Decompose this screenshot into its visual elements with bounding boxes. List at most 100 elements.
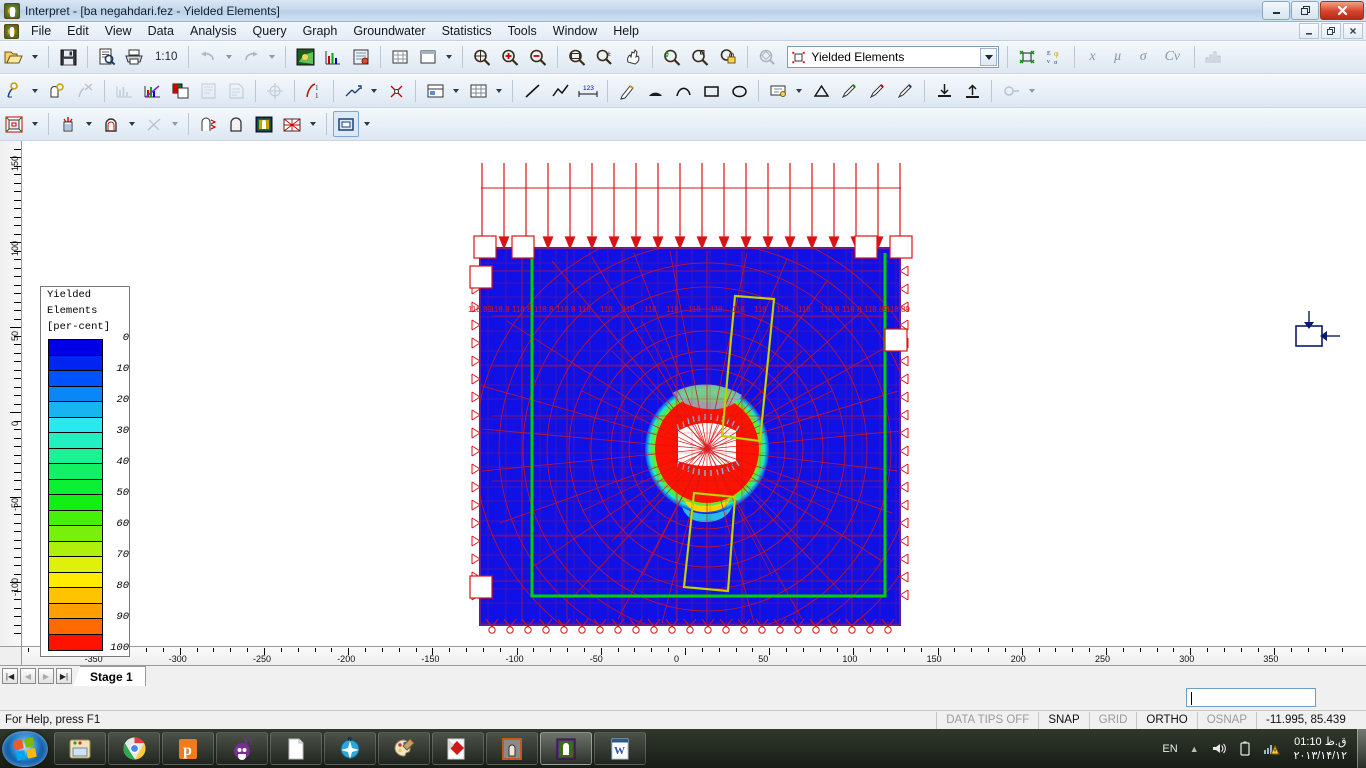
show-support-button[interactable]: E φ ν σ: [1042, 44, 1068, 70]
open-dropdown-arrow[interactable]: [28, 44, 41, 70]
next-stage-button[interactable]: ▶: [38, 668, 54, 684]
show-desktop-button[interactable]: [1357, 729, 1366, 768]
menu-window[interactable]: Window: [545, 22, 605, 40]
graph-multi-button[interactable]: [139, 78, 165, 104]
taskbar-item-file-explorer[interactable]: [54, 732, 106, 765]
pencil-tool-button[interactable]: [836, 78, 862, 104]
rectangle-tool-button[interactable]: [698, 78, 724, 104]
status-osnap[interactable]: OSNAP: [1196, 711, 1256, 729]
stage-tab-stage-1[interactable]: Stage 1: [73, 666, 146, 687]
excavation-display-button[interactable]: [223, 111, 249, 137]
battery-icon[interactable]: [1239, 741, 1251, 757]
stat-symbol-sigma[interactable]: σ: [1131, 49, 1156, 65]
menu-statistics[interactable]: Statistics: [434, 22, 500, 40]
taskbar-item-yahoo-messenger[interactable]: Y!: [216, 732, 268, 765]
zoom-scale-button[interactable]: ±: [592, 44, 618, 70]
show-hidden-icons-button[interactable]: ▲: [1190, 744, 1199, 754]
copy-data-button[interactable]: [167, 78, 193, 104]
save-button[interactable]: [55, 44, 81, 70]
taskbar-item-interpret-app[interactable]: [540, 732, 592, 765]
joint-display-button[interactable]: [141, 111, 167, 137]
start-button[interactable]: [2, 730, 48, 767]
info-viewer-button[interactable]: [195, 78, 221, 104]
result-type-combo[interactable]: Yielded Elements: [787, 46, 1000, 68]
last-stage-button[interactable]: ▶|: [56, 668, 72, 684]
triangle-tool-button[interactable]: [808, 78, 834, 104]
minimize-button[interactable]: [1262, 1, 1290, 20]
zoom-lock-button[interactable]: [715, 44, 741, 70]
taskbar-item-pdf-app[interactable]: p: [162, 732, 214, 765]
menu-analysis[interactable]: Analysis: [182, 22, 245, 40]
grid-display-button[interactable]: [387, 44, 413, 70]
redo-dropdown-arrow[interactable]: [265, 44, 278, 70]
stat-symbol-mu[interactable]: µ: [1105, 49, 1131, 65]
print-preview-button[interactable]: [94, 44, 120, 70]
taskbar-item-notepad-document[interactable]: [270, 732, 322, 765]
yielded-dropdown-arrow[interactable]: [28, 111, 41, 137]
liner-display-button[interactable]: [98, 111, 124, 137]
mdi-minimize-button[interactable]: [1299, 23, 1319, 39]
menu-graph[interactable]: Graph: [295, 22, 346, 40]
delete-query-button[interactable]: [72, 78, 98, 104]
graphic-viewport[interactable]: 150100500-50-100 -350-300-250-200-150-10…: [0, 141, 1366, 665]
bolt-dropdown-arrow[interactable]: [82, 111, 95, 137]
export-image-button[interactable]: [931, 78, 957, 104]
stat-symbol-cv[interactable]: Cv: [1156, 49, 1190, 65]
close-button[interactable]: [1320, 1, 1364, 20]
first-stage-button[interactable]: |◀: [2, 668, 18, 684]
previous-stage-button[interactable]: ◀: [20, 668, 36, 684]
ratio-button[interactable]: 1 1: [301, 78, 327, 104]
zoom-previous-button[interactable]: [687, 44, 713, 70]
highlight-tool-button[interactable]: [864, 78, 890, 104]
status-grid[interactable]: GRID: [1088, 711, 1137, 729]
mesh-dropdown-arrow[interactable]: [492, 78, 505, 104]
dimension-tool-button[interactable]: 123: [575, 78, 601, 104]
taskbar-item-compass-app[interactable]: N: [324, 732, 376, 765]
display-dropdown-arrow[interactable]: [449, 78, 462, 104]
query-point-button[interactable]: [1, 78, 27, 104]
pan-button[interactable]: [620, 44, 646, 70]
restore-button[interactable]: [1291, 1, 1319, 20]
joint-dropdown-arrow[interactable]: [168, 111, 181, 137]
liner-dropdown-arrow[interactable]: [125, 111, 138, 137]
selection-mode-button[interactable]: [333, 111, 359, 137]
taskbar-item-microsoft-word[interactable]: W: [594, 732, 646, 765]
curve-tool-button[interactable]: [670, 78, 696, 104]
status-ortho[interactable]: ORTHO: [1136, 711, 1196, 729]
settings-button[interactable]: [998, 78, 1024, 104]
arc-tool-button[interactable]: [642, 78, 668, 104]
contour-display-button[interactable]: [251, 111, 277, 137]
redo-button[interactable]: [238, 44, 264, 70]
taskbar-item-rock-app[interactable]: [486, 732, 538, 765]
menu-file[interactable]: File: [23, 22, 59, 40]
report-button[interactable]: [223, 78, 249, 104]
eraser-tool-button[interactable]: [892, 78, 918, 104]
import-image-button[interactable]: [959, 78, 985, 104]
status-snap[interactable]: SNAP: [1038, 711, 1088, 729]
volume-icon[interactable]: [1211, 741, 1227, 756]
print-button[interactable]: [122, 44, 148, 70]
mesh-overlay-dropdown-arrow[interactable]: [306, 111, 319, 137]
taskbar-item-paint-app[interactable]: [378, 732, 430, 765]
menu-query[interactable]: Query: [245, 22, 295, 40]
status-data-tips[interactable]: DATA TIPS OFF: [936, 711, 1038, 729]
document-icon[interactable]: [4, 23, 19, 39]
settings-dropdown-arrow[interactable]: [1025, 78, 1038, 104]
annotate-dropdown-arrow[interactable]: [792, 78, 805, 104]
network-warning-icon[interactable]: [1263, 741, 1280, 756]
deformation-dropdown-arrow[interactable]: [367, 78, 380, 104]
mdi-close-button[interactable]: [1343, 23, 1363, 39]
language-indicator[interactable]: EN: [1162, 743, 1177, 755]
undo-button[interactable]: [195, 44, 221, 70]
menu-edit[interactable]: Edit: [59, 22, 97, 40]
zoom-in-button[interactable]: [497, 44, 523, 70]
chevron-down-icon[interactable]: [980, 48, 998, 66]
command-input[interactable]: [1186, 688, 1316, 707]
open-file-button[interactable]: [1, 44, 27, 70]
query-dropdown-arrow[interactable]: [28, 78, 41, 104]
zoom-window-button[interactable]: [564, 44, 590, 70]
bolt-display-button[interactable]: [55, 111, 81, 137]
boundary-conditions-button[interactable]: [195, 111, 221, 137]
principal-stress-button[interactable]: [383, 78, 409, 104]
text-tool-button[interactable]: [614, 78, 640, 104]
